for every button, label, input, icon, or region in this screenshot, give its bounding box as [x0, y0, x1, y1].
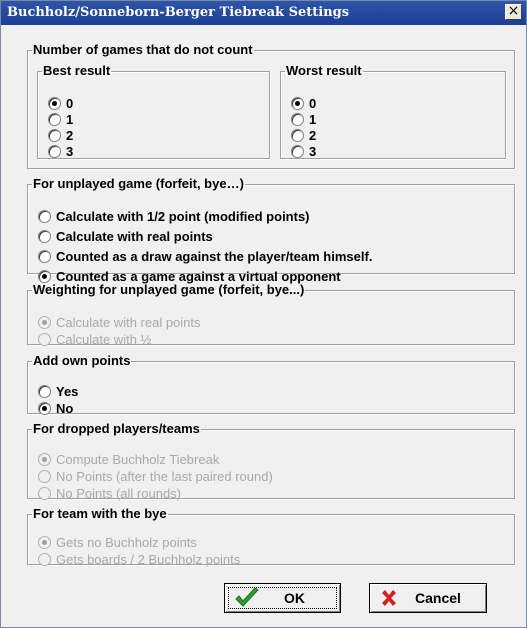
team-bye-legend: For team with the bye [33, 506, 167, 521]
radio-icon [38, 210, 51, 223]
cancel-button[interactable]: Cancel [369, 583, 487, 613]
radio-icon [291, 97, 304, 110]
unplayed-game-legend: For unplayed game (forfeit, bye…) [33, 176, 244, 191]
radio-icon [38, 385, 51, 398]
best-result-option-2[interactable]: 2 [48, 128, 73, 143]
weighting-legend: Weighting for unplayed game (forfeit, by… [33, 282, 305, 297]
team-bye-group: For team with the bye Gets no Buchholz p… [27, 506, 515, 567]
radio-icon [291, 129, 304, 142]
close-button[interactable]: × [505, 4, 522, 20]
ok-label: OK [284, 590, 305, 606]
unplayed-option-half-point[interactable]: Calculate with 1/2 point (modified point… [38, 209, 310, 224]
own-points-option-no[interactable]: No [38, 401, 73, 416]
dropped-players-group: For dropped players/teams Compute Buchho… [27, 421, 515, 501]
team-bye-option-boards-half: Gets boards / 2 Buchholz points [38, 552, 240, 567]
radio-icon [38, 316, 51, 329]
dropped-option-no-points-last-round: No Points (after the last paired round) [38, 469, 273, 484]
radio-icon [38, 470, 51, 483]
unplayed-option-real-points[interactable]: Calculate with real points [38, 229, 213, 244]
worst-result-group: Worst result 0 1 2 3 [280, 64, 506, 159]
worst-result-option-3[interactable]: 3 [291, 144, 316, 159]
radio-icon [38, 453, 51, 466]
radio-icon [38, 230, 51, 243]
dropped-option-no-points-all: No Points (all rounds) [38, 486, 181, 501]
green-check-icon [235, 587, 259, 607]
cancel-label: Cancel [415, 590, 461, 606]
radio-icon [48, 129, 61, 142]
dropped-players-legend: For dropped players/teams [33, 421, 200, 436]
radio-icon [48, 113, 61, 126]
close-icon: × [507, 3, 520, 19]
team-bye-option-no-points: Gets no Buchholz points [38, 535, 197, 550]
best-result-option-1[interactable]: 1 [48, 112, 73, 127]
worst-result-option-1[interactable]: 1 [291, 112, 316, 127]
weighting-option-real-points: Calculate with real points [38, 315, 201, 330]
radio-icon [38, 250, 51, 263]
radio-icon [291, 113, 304, 126]
worst-result-option-2[interactable]: 2 [291, 128, 316, 143]
radio-icon [48, 145, 61, 158]
weighting-option-half: Calculate with ½ [38, 332, 151, 347]
tiebreak-settings-dialog: Buchholz/Sonneborn-Berger Tiebreak Setti… [0, 0, 527, 628]
ok-button[interactable]: OK [224, 583, 341, 613]
worst-result-option-0[interactable]: 0 [291, 96, 316, 111]
best-result-legend: Best result [43, 63, 111, 78]
best-result-option-3[interactable]: 3 [48, 144, 73, 159]
radio-icon [38, 333, 51, 346]
weighting-group: Weighting for unplayed game (forfeit, by… [27, 282, 515, 347]
own-points-group: Add own points Yes No [27, 353, 515, 416]
window-title: Buchholz/Sonneborn-Berger Tiebreak Setti… [7, 5, 350, 20]
own-points-option-yes[interactable]: Yes [38, 384, 78, 399]
unplayed-game-group: For unplayed game (forfeit, bye…) Calcul… [27, 176, 515, 284]
dropped-option-compute-buchholz: Compute Buchholz Tiebreak [38, 452, 219, 467]
radio-icon [38, 553, 51, 566]
games-not-count-legend: Number of games that do not count [33, 42, 253, 57]
radio-icon [38, 536, 51, 549]
worst-result-legend: Worst result [286, 63, 362, 78]
best-result-group: Best result 0 1 2 3 [37, 64, 270, 159]
radio-icon [38, 402, 51, 415]
own-points-legend: Add own points [33, 353, 131, 368]
unplayed-option-draw-self[interactable]: Counted as a draw against the player/tea… [38, 249, 372, 264]
title-bar[interactable]: Buchholz/Sonneborn-Berger Tiebreak Setti… [1, 1, 526, 25]
red-x-icon [382, 590, 396, 606]
radio-icon [291, 145, 304, 158]
best-result-option-0[interactable]: 0 [48, 96, 73, 111]
radio-icon [38, 487, 51, 500]
radio-icon [48, 97, 61, 110]
